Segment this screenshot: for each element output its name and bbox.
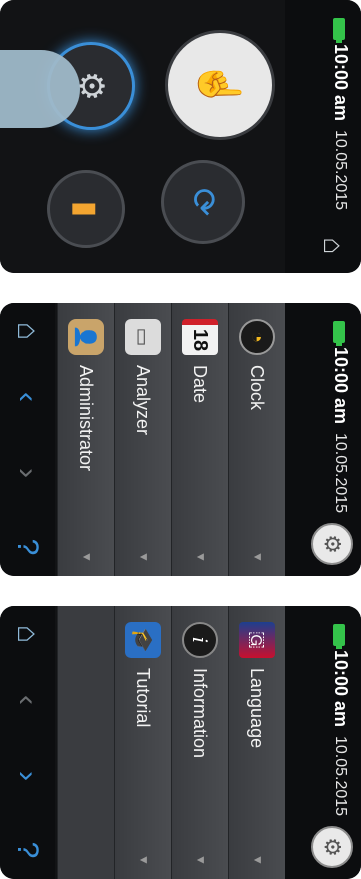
scroll-up-button[interactable]: ‹ [5, 375, 49, 419]
status-date: 10.05.2015 [332, 433, 349, 514]
clock-icon: ◔ [239, 319, 275, 355]
analyzer-icon: ▭ [125, 319, 161, 355]
vial-icon: ▮ [69, 200, 103, 218]
chevron-down-icon: › [11, 468, 44, 478]
control-button[interactable]: ▮ [47, 170, 125, 248]
menu-item-information[interactable]: i Information ▼ [171, 606, 228, 879]
status-bar: 10:00 am 10.05.2015 ⌂ [285, 0, 361, 273]
menu-item-administrator[interactable]: 👤 Administrator ▼ [57, 303, 114, 576]
battery-icon [333, 18, 345, 40]
menu-item-label: Information [190, 668, 210, 759]
chevron-right-icon: ▼ [137, 854, 151, 866]
chevron-right-icon: ▼ [251, 551, 265, 563]
menu-item-date[interactable]: 18 Date ▼ [171, 303, 228, 576]
home-screen: 10:00 am 10.05.2015 ⌂ ☝ ⚙ ⟳ ▮ [0, 0, 361, 273]
status-bar: 10:00 am 10.05.2015 ⚙ [285, 303, 361, 576]
status-date: 10.05.2015 [332, 736, 349, 817]
sync-icon: ⟳ [184, 187, 222, 217]
scroll-up-button[interactable]: ‹ [5, 678, 49, 722]
help-icon: ? [11, 841, 44, 859]
chevron-down-icon: › [11, 771, 44, 781]
menu-item-label: Tutorial [133, 668, 153, 728]
menu-item-tutorial[interactable]: 🎓 Tutorial ▼ [114, 606, 171, 879]
battery-icon [333, 624, 345, 646]
gear-icon: ⚙ [320, 534, 345, 554]
administrator-icon: 👤 [68, 319, 104, 355]
status-bar: 10:00 am 10.05.2015 ⚙ [285, 606, 361, 879]
chevron-up-icon: ‹ [11, 392, 44, 402]
home-icon: ⌂ [11, 624, 44, 644]
chevron-right-icon: ▼ [194, 854, 208, 866]
settings-menu: 🇬 Language ▼ i Information ▼ 🎓 Tutorial … [55, 606, 285, 879]
measure-button[interactable]: ☝ [165, 30, 275, 140]
settings-menu: ◔ Clock ▼ 18 Date ▼ ▭ Analyzer ▼ 👤 Admin… [55, 303, 285, 576]
help-button[interactable]: ? [5, 525, 49, 569]
status-date: 10.05.2015 [332, 130, 349, 211]
chevron-up-icon: ‹ [11, 695, 44, 705]
settings-button[interactable]: ⚙ [311, 523, 353, 565]
info-icon: i [182, 622, 218, 658]
menu-item-empty [57, 606, 114, 879]
menu-item-label: Clock [247, 365, 267, 411]
sync-button[interactable]: ⟳ [161, 160, 245, 244]
menu-item-analyzer[interactable]: ▭ Analyzer ▼ [114, 303, 171, 576]
home-icon: ⌂ [318, 237, 349, 255]
scroll-down-button[interactable]: › [5, 754, 49, 798]
graduation-cap-icon: 🎓 [125, 622, 161, 658]
chevron-right-icon: ▼ [194, 551, 208, 563]
flag-icon: 🇬 [239, 622, 275, 658]
calendar-icon: 18 [182, 319, 218, 355]
analyzer-measure-icon: ☝ [197, 60, 242, 110]
status-time: 10:00 am [331, 650, 351, 728]
chevron-right-icon: ▼ [137, 551, 151, 563]
chevron-right-icon: ▼ [251, 854, 265, 866]
home-button[interactable]: ⌂ [315, 228, 351, 264]
footer-bar: ⌂ ‹ › ? [0, 303, 55, 576]
chevron-right-icon: ▼ [80, 551, 94, 563]
menu-item-label: Date [190, 365, 210, 404]
menu-item-label: Analyzer [133, 365, 153, 436]
home-button[interactable]: ⌂ [5, 309, 49, 353]
home-icon: ⌂ [11, 321, 44, 341]
menu-item-clock[interactable]: ◔ Clock ▼ [228, 303, 285, 576]
home-button[interactable]: ⌂ [5, 612, 49, 656]
settings-screen-page-2: 10:00 am 10.05.2015 ⚙ ◔ Clock ▼ 18 Date … [0, 303, 361, 576]
settings-screen-page-1: 10:00 am 10.05.2015 ⚙ 🇬 Language ▼ i Inf… [0, 606, 361, 879]
menu-item-label: Language [247, 668, 267, 749]
settings-button[interactable]: ⚙ [311, 826, 353, 868]
finger-overlay [0, 50, 80, 128]
menu-item-language[interactable]: 🇬 Language ▼ [228, 606, 285, 879]
battery-icon [333, 321, 345, 343]
status-time: 10:00 am [331, 44, 351, 122]
scroll-down-button[interactable]: › [5, 451, 49, 495]
home-tiles: ☝ ⚙ ⟳ ▮ [0, 0, 285, 273]
gear-icon: ⚙ [320, 837, 345, 857]
menu-item-label: Administrator [76, 365, 96, 472]
status-time: 10:00 am [331, 347, 351, 425]
help-icon: ? [11, 538, 44, 556]
help-button[interactable]: ? [5, 828, 49, 872]
footer-bar: ⌂ ‹ › ? [0, 606, 55, 879]
